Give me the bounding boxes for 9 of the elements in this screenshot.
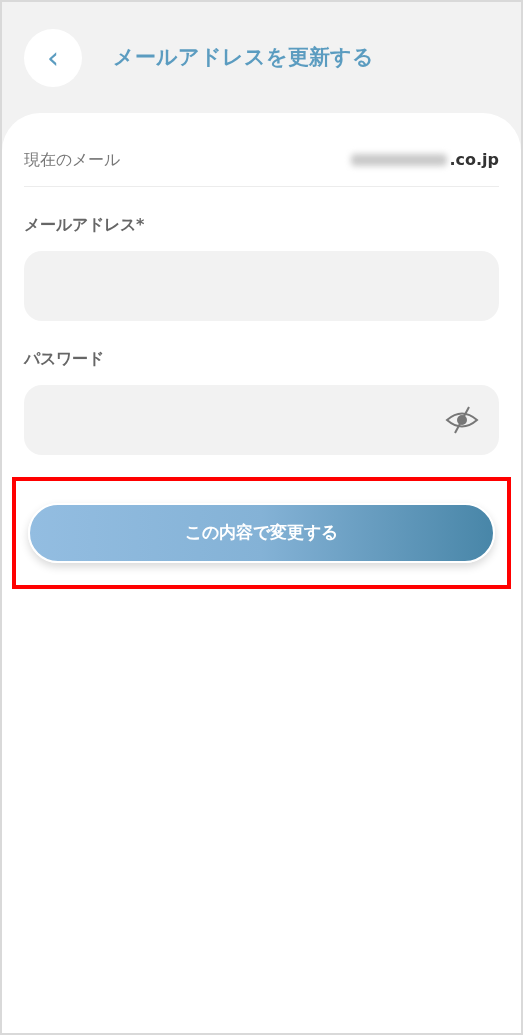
submit-button[interactable]: この内容で変更する: [28, 503, 495, 563]
back-button[interactable]: ‹: [24, 28, 82, 87]
password-field[interactable]: [24, 385, 499, 455]
field-label: メールアドレス*: [24, 214, 146, 236]
hidden-eye-icon[interactable]: [445, 405, 479, 435]
field-label: 現在のメール: [24, 149, 120, 171]
page-title: メールアドレスを更新する: [113, 43, 374, 71]
field-label: パスワード: [24, 348, 105, 370]
email-text: .co.jp: [449, 149, 499, 171]
